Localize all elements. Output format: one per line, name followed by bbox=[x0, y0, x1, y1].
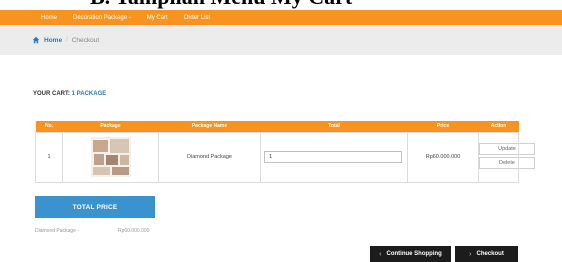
nav-item-order-list[interactable]: Order List bbox=[184, 15, 210, 21]
cart-count[interactable]: 1 PACKAGE bbox=[72, 91, 107, 97]
column-header-price: Price bbox=[407, 121, 479, 132]
nav-item-my-cart[interactable]: My Cart bbox=[147, 15, 168, 21]
package-thumbnail bbox=[90, 137, 131, 177]
total-price-button[interactable]: TOTAL PRICE bbox=[35, 196, 155, 218]
cart-title: YOUR CART: 1 PACKAGE bbox=[33, 91, 106, 97]
continue-shopping-label: Continue Shopping bbox=[386, 251, 442, 257]
summary-item-value: Rp60.000.000 bbox=[118, 228, 150, 234]
chevron-right-icon: › bbox=[469, 250, 472, 258]
price-value: Rp60.000.000 bbox=[407, 131, 479, 183]
column-header-action: Action bbox=[478, 121, 519, 132]
breadcrumb-separator: / bbox=[66, 37, 68, 43]
row-number: 1 bbox=[35, 131, 63, 183]
home-icon bbox=[32, 36, 40, 44]
column-header-package: Package bbox=[62, 121, 159, 132]
table-header-row: No. Package Package Name Total Price Act… bbox=[35, 121, 519, 132]
column-header-total: Total bbox=[260, 121, 408, 132]
cart-label: YOUR CART: bbox=[33, 91, 70, 97]
package-name: Diamond Package bbox=[158, 131, 261, 183]
total-cell: 1 bbox=[260, 131, 408, 183]
nav-item-decoration-package[interactable]: Decoration Package - bbox=[73, 15, 131, 21]
nav-item-home[interactable]: Home bbox=[41, 15, 57, 21]
breadcrumb: Home / Checkout bbox=[0, 25, 562, 55]
quantity-input[interactable]: 1 bbox=[264, 151, 402, 163]
chevron-left-icon: ‹ bbox=[379, 250, 382, 258]
checkout-label: Checkout bbox=[476, 251, 504, 257]
table-row: 1 Diamond Package 1 Rp60.000.000 Update bbox=[35, 131, 535, 183]
checkout-button[interactable]: › Checkout bbox=[455, 246, 518, 262]
summary-item-label: Diamond Package - bbox=[35, 228, 79, 234]
delete-button[interactable]: Delete bbox=[479, 157, 535, 169]
update-button[interactable]: Update bbox=[479, 143, 535, 155]
column-header-no: No. bbox=[35, 121, 63, 132]
continue-shopping-button[interactable]: ‹ Continue Shopping bbox=[370, 246, 451, 262]
column-header-package-name: Package Name bbox=[158, 121, 261, 132]
package-thumbnail-cell bbox=[62, 131, 159, 183]
breadcrumb-current: Checkout bbox=[71, 36, 100, 44]
top-navbar: Home Decoration Package - My Cart Order … bbox=[0, 10, 562, 25]
breadcrumb-home-link[interactable]: Home bbox=[44, 37, 62, 44]
action-cell: Update Delete bbox=[478, 131, 535, 183]
cart-table: No. Package Package Name Total Price Act… bbox=[35, 121, 535, 183]
